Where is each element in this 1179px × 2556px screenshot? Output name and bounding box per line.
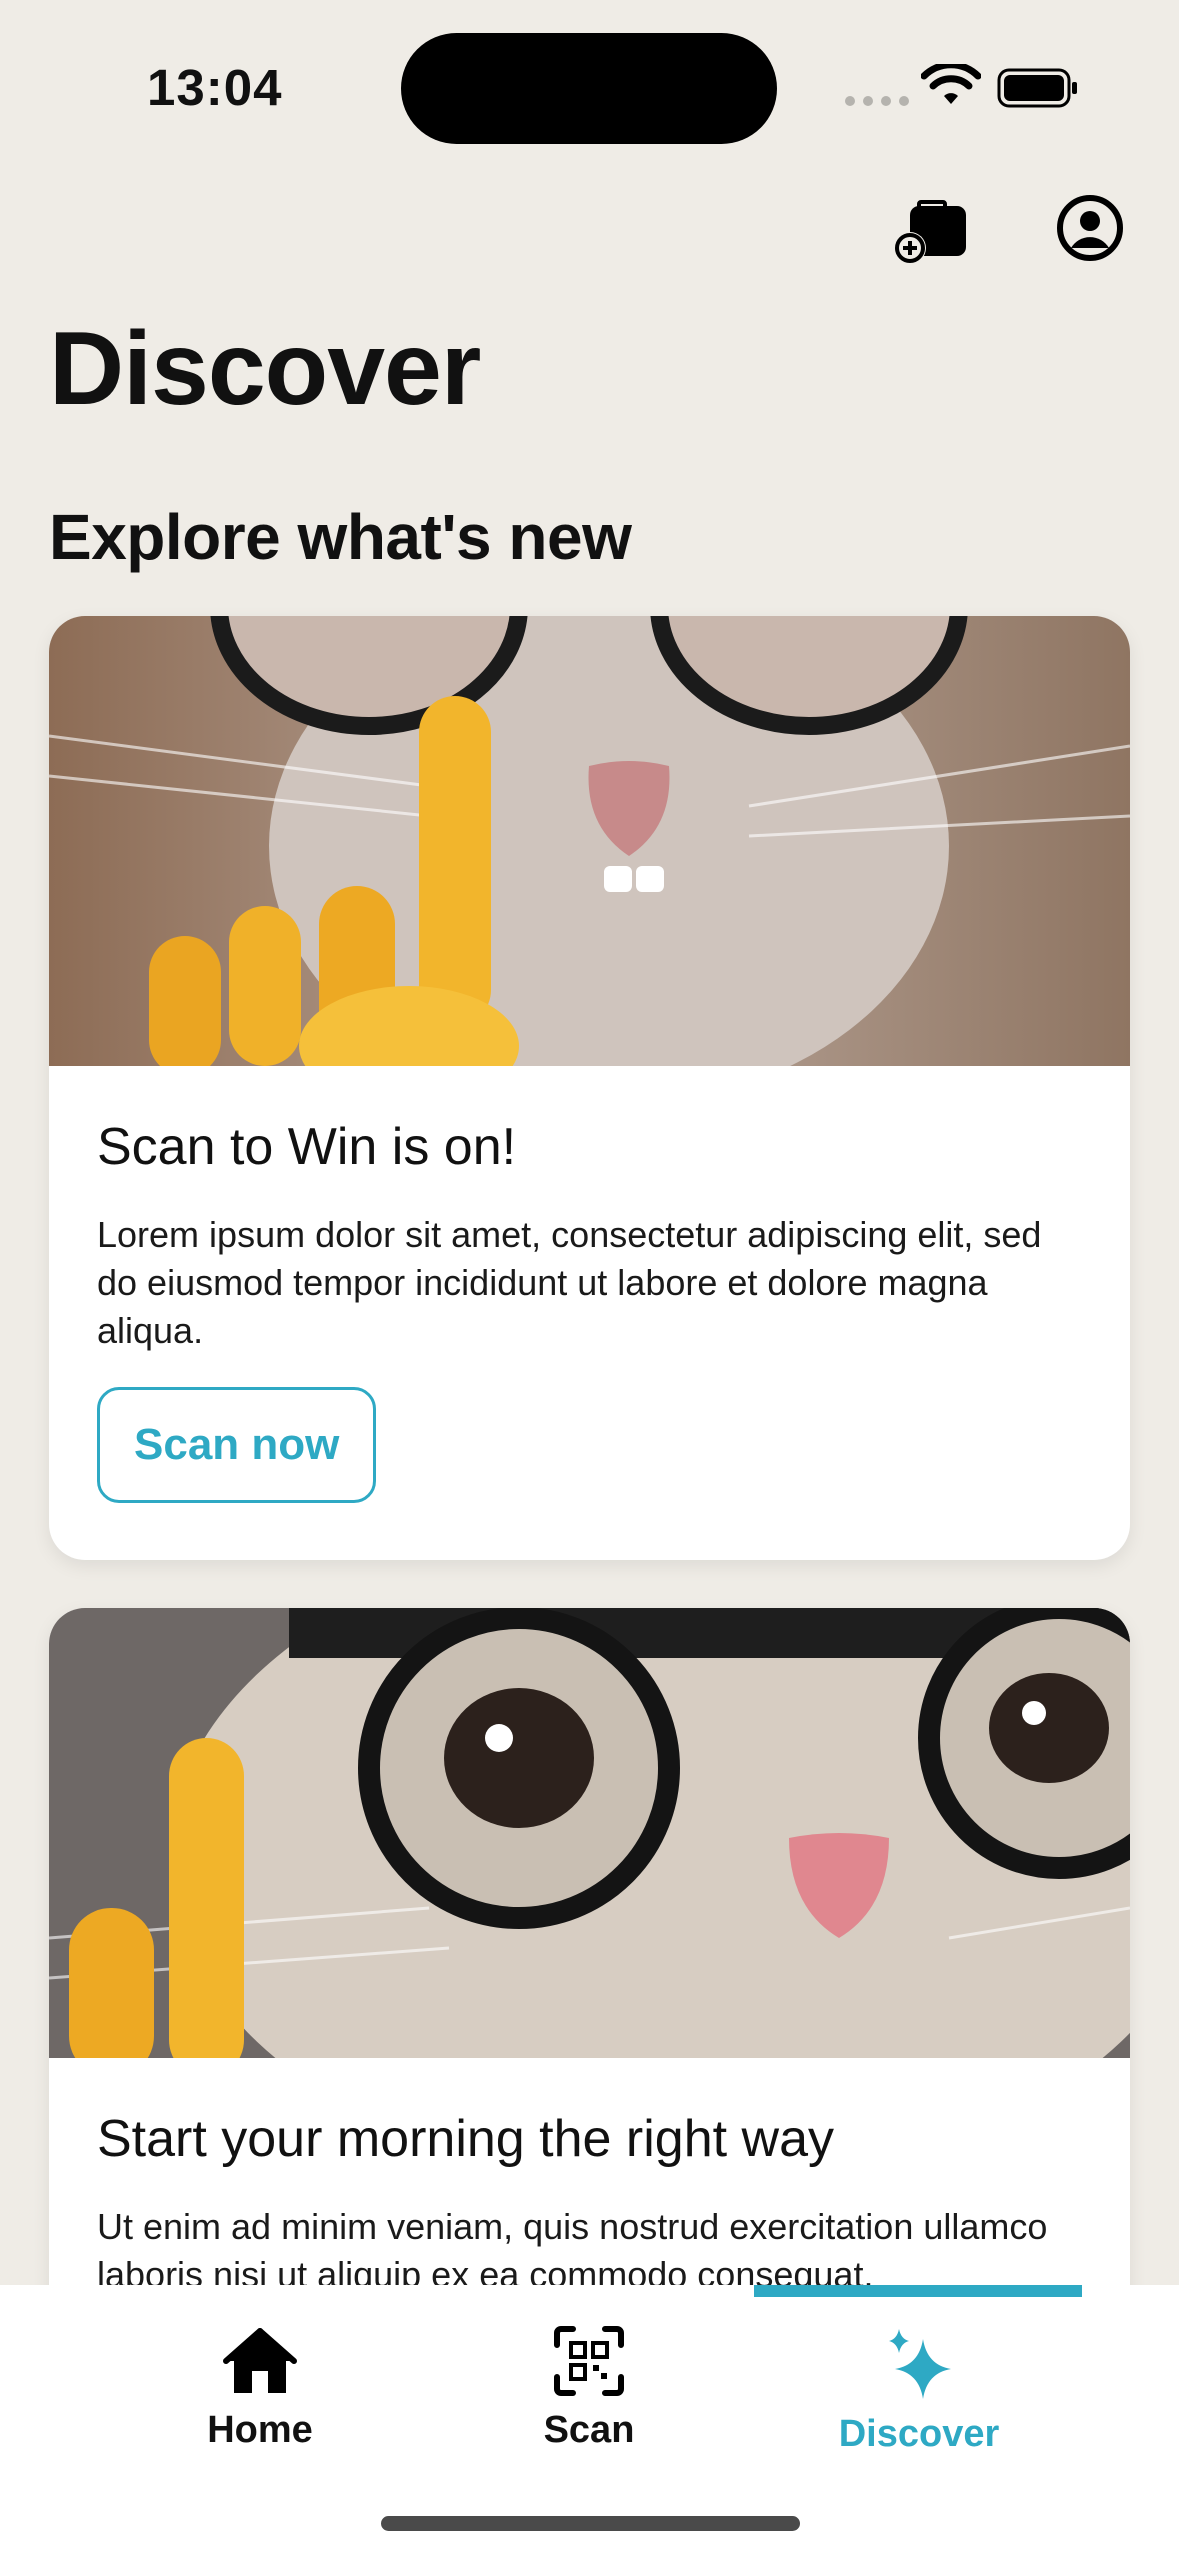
qr-scan-icon (554, 2326, 624, 2396)
status-bar: 13:04 (0, 0, 1179, 175)
active-tab-indicator (754, 2285, 1082, 2297)
page-title: Discover (49, 311, 481, 427)
scan-now-button[interactable]: Scan now (97, 1387, 377, 1503)
section-title: Explore what's new (49, 501, 632, 573)
tab-label: Scan (543, 2409, 635, 2451)
tab-home[interactable]: Home (110, 2325, 410, 2452)
cat-glasses-image (49, 616, 1130, 1106)
battery-icon (997, 68, 1077, 108)
sparkles-icon (889, 2329, 951, 2399)
profile-icon[interactable] (1050, 188, 1130, 268)
status-time: 13:04 (147, 59, 283, 116)
promo-card-scan-to-win[interactable]: Scan to Win is on! Lorem ipsum dolor sit… (49, 616, 1130, 1560)
dynamic-island (401, 33, 777, 144)
card-title: Scan to Win is on! (97, 1118, 517, 1176)
promo-card-morning[interactable]: Start your morning the right way Ut enim… (49, 1608, 1130, 2368)
home-indicator[interactable] (381, 2516, 800, 2531)
tab-scan[interactable]: Scan (439, 2325, 739, 2452)
tab-label: Discover (838, 2413, 1000, 2455)
home-icon (223, 2328, 297, 2393)
cellular-signal-icon (845, 96, 909, 106)
cat-glasses-closeup-image (49, 1608, 1130, 2188)
card-description: Lorem ipsum dolor sit amet, consectetur … (97, 1214, 1042, 1351)
tab-label: Home (207, 2409, 313, 2451)
shopping-bag-add-icon[interactable] (893, 188, 973, 268)
tab-discover[interactable]: Discover (769, 2325, 1069, 2456)
card-title: Start your morning the right way (97, 2110, 834, 2168)
wifi-icon (921, 64, 981, 104)
